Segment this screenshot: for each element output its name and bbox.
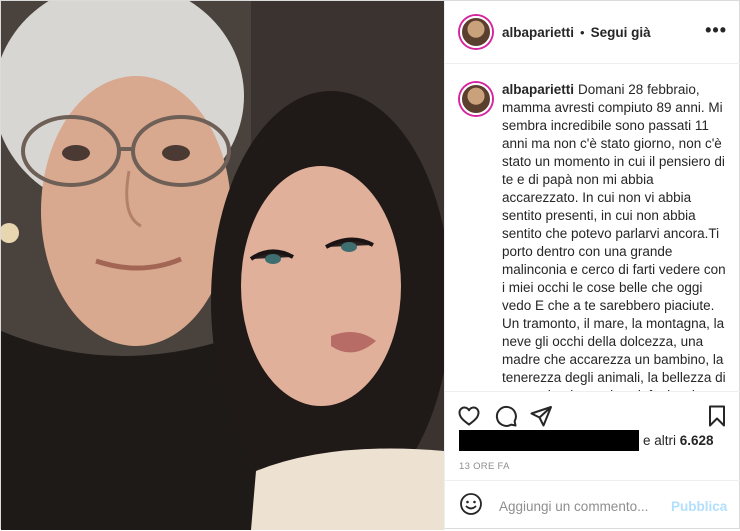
likes-summary: e altri 6.628 [459,430,714,451]
post-photo[interactable] [1,1,444,530]
post-side-panel: albaparietti • Segui già ••• albapariett… [444,1,740,530]
comment-input[interactable] [497,497,671,515]
smiley-icon[interactable] [459,492,483,521]
bookmark-icon[interactable] [705,404,729,433]
caption-text: albaparietti Domani 28 febbraio, mamma av… [502,81,731,391]
separator-dot: • [580,24,585,40]
photo-illustration [1,1,444,530]
caption-area[interactable]: albaparietti Domani 28 febbraio, mamma av… [445,64,740,391]
comment-composer: Pubblica [445,480,740,531]
following-button[interactable]: Segui già [591,25,651,40]
caption-username[interactable]: albaparietti [502,82,574,97]
redacted-likers-bar [459,430,639,451]
paper-plane-icon[interactable] [529,404,553,433]
heart-icon[interactable] [457,404,481,433]
author-username[interactable]: albaparietti [502,25,574,40]
publish-button[interactable]: Pubblica [671,499,727,514]
likes-count: 6.628 [679,433,714,448]
caption-body: Domani 28 febbraio, mamma avresti compiu… [502,82,726,391]
likes-prefix: e altri [643,433,677,448]
post-timestamp[interactable]: 13 ORE FA [459,461,510,472]
caption-avatar[interactable] [460,83,492,115]
likes-text[interactable]: e altri 6.628 [643,433,714,448]
author-avatar[interactable] [460,16,492,48]
comment-bubble-icon[interactable] [494,404,518,433]
post-header: albaparietti • Segui già ••• [445,1,740,64]
instagram-post: albaparietti • Segui già ••• albapariett… [0,0,740,530]
more-options-icon[interactable]: ••• [705,21,727,39]
caption-row: albaparietti Domani 28 febbraio, mamma av… [445,64,740,391]
